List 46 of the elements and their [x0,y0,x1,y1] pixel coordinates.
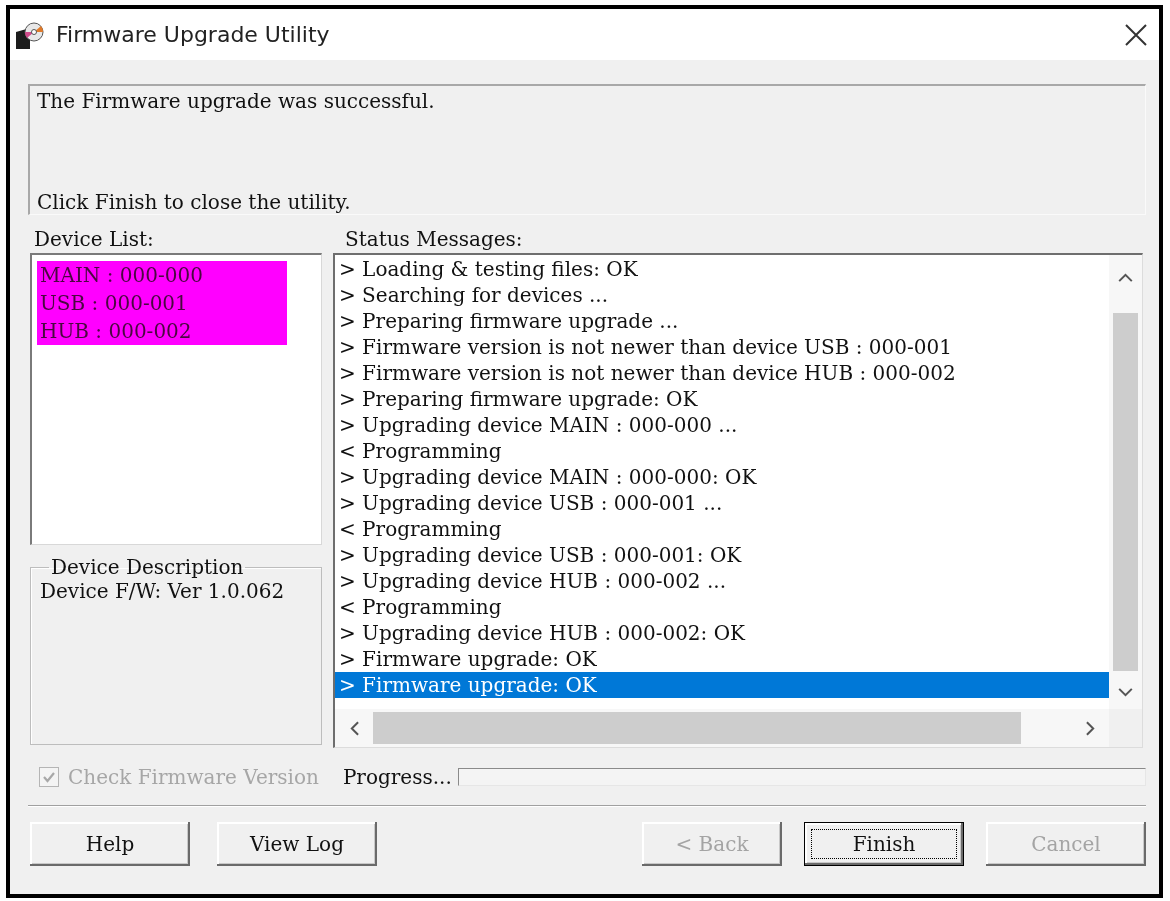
status-message-line[interactable]: > Firmware upgrade: OK [335,646,1109,672]
progress-label: Progress... [342,765,452,789]
status-messages-label: Status Messages: [344,227,523,251]
message-text: Click Finish to close the utility. [37,190,351,214]
close-icon [1125,23,1147,46]
checkbox-label: Check Firmware Version [68,765,319,789]
status-message-line[interactable]: > Upgrading device USB : 000-001 ... [335,490,1109,516]
scrollbar-thumb[interactable] [1113,313,1138,671]
window-title: Firmware Upgrade Utility [56,22,330,47]
status-message-line[interactable]: > Searching for devices ... [335,282,1109,308]
status-message-line[interactable]: > Preparing firmware upgrade: OK [335,386,1109,412]
device-list-label: Device List: [33,227,154,251]
chevron-left-icon[interactable] [349,720,359,736]
chevron-right-icon[interactable] [1085,720,1095,736]
device-list[interactable]: MAIN : 000-000 USB : 000-001 HUB : 000-002 [30,253,322,545]
status-message-line[interactable]: > Upgrading device USB : 000-001: OK [335,542,1109,568]
device-list-item[interactable]: HUB : 000-002 [37,317,287,345]
status-message-line[interactable]: < Programming [335,438,1109,464]
device-list-item[interactable]: USB : 000-001 [37,289,287,317]
scrollbar-thumb[interactable] [373,712,1021,744]
status-message-line[interactable]: > Preparing firmware upgrade ... [335,308,1109,334]
status-message-line[interactable]: > Loading & testing files: OK [335,256,1109,282]
dialog-button[interactable]: View Log [217,822,377,866]
status-message-line[interactable]: < Programming [335,516,1109,542]
group-title: Device Description [50,555,245,579]
checkmark-icon [42,770,56,784]
scrollbar-corner [1109,709,1142,747]
status-message-line[interactable]: > Upgrading device HUB : 000-002: OK [335,620,1109,646]
status-message-line[interactable]: > Upgrading device HUB : 000-002 ... [335,568,1109,594]
status-message-line[interactable]: > Upgrading device MAIN : 000-000 ... [335,412,1109,438]
device-list-item[interactable]: MAIN : 000-000 [37,261,287,289]
status-message-line[interactable]: > Firmware version is not newer than device HUB : 000-002 [335,360,1109,386]
chevron-down-icon[interactable] [1118,687,1133,697]
status-message-line[interactable]: > Firmware version is not newer than device USB : 000-001 [335,334,1109,360]
close-button[interactable] [1125,23,1147,46]
horizontal-scrollbar[interactable] [335,709,1109,747]
dialog-button[interactable]: Finish [804,822,964,866]
status-messages-list[interactable] [333,253,1143,748]
vertical-scrollbar[interactable] [1109,255,1142,709]
message-text: The Firmware upgrade was successful. [37,89,435,113]
status-message-line[interactable]: > Upgrading device MAIN : 000-000: OK [335,464,1109,490]
chevron-up-icon[interactable] [1118,273,1133,282]
device-description-text: Device F/W: Ver 1.0.062 [40,579,285,603]
dialog-button[interactable]: Help [30,822,190,866]
status-message-line[interactable]: < Programming [335,594,1109,620]
disc-box-icon [15,21,45,50]
